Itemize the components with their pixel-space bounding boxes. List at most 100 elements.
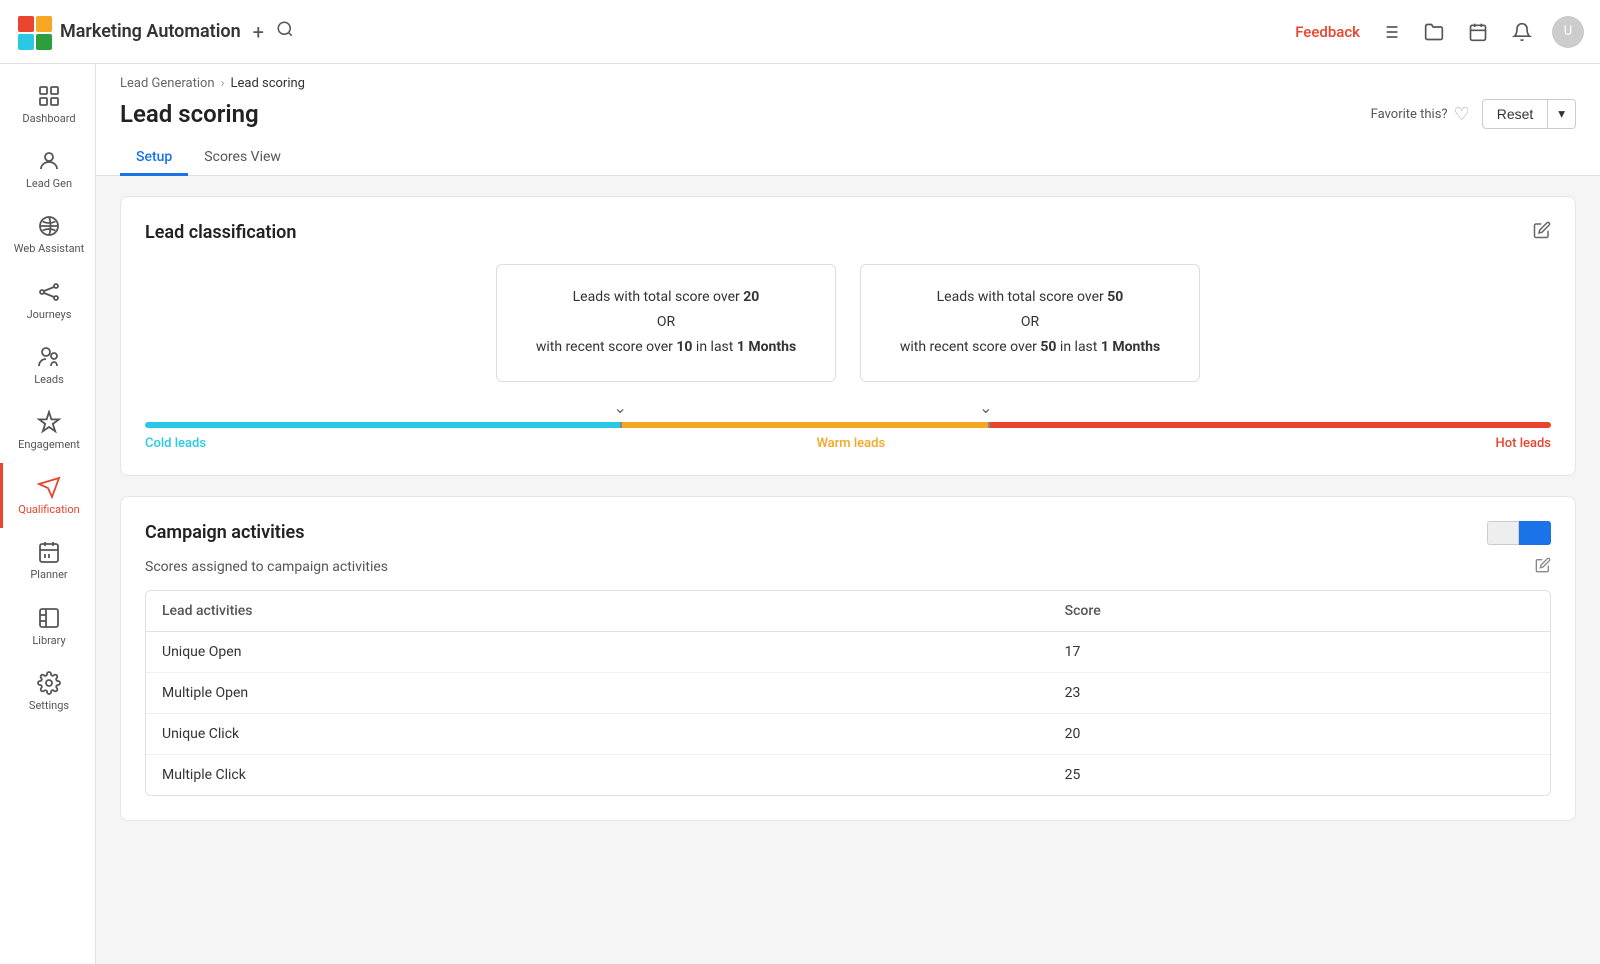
campaign-toggle[interactable] [1487,521,1551,545]
sidebar-item-web-assistant[interactable]: Web Assistant [0,202,95,267]
score-unique-click: 20 [1049,713,1550,754]
sidebar-label-leads: Leads [34,373,64,386]
handle-1[interactable] [620,422,622,428]
reset-dropdown-button[interactable]: ▾ [1548,99,1576,129]
favorite-label: Favorite this? [1371,107,1448,122]
activities-table-wrapper: Lead activities Score Unique Open 17 [145,590,1551,796]
col-lead-activities: Lead activities [146,591,1049,632]
page-title-row: Lead scoring Favorite this? ♡ Reset ▾ [120,99,1576,129]
favorite-area: Favorite this? ♡ [1371,104,1470,125]
breadcrumb-current: Lead scoring [230,76,305,91]
sidebar: Dashboard Lead Gen Web Assistant Journey… [0,64,96,964]
lead-classification-title: Lead classification [145,222,296,243]
warm-segment [622,422,988,428]
campaign-activities-header: Campaign activities [145,521,1551,545]
chevron-right-icon: ⌄ [979,398,992,417]
warm-leads-label: Warm leads [816,436,885,451]
sidebar-label-engagement: Engagement [18,438,80,451]
sidebar-item-library[interactable]: Library [0,594,95,659]
sidebar-label-qualification: Qualification [18,503,79,516]
cold-leads-label: Cold leads [145,436,206,451]
calendar-icon[interactable] [1464,18,1492,46]
table-row: Multiple Click 25 [146,754,1550,795]
box1-line3: with recent score over 10 in last 1 Mont… [521,335,811,360]
sidebar-item-planner[interactable]: Planner [0,528,95,593]
toggle-on[interactable] [1519,521,1551,545]
list-icon[interactable] [1376,18,1404,46]
sidebar-label-web-assistant: Web Assistant [14,242,84,255]
slider-labels: Cold leads Warm leads Hot leads [145,436,1551,451]
sidebar-item-settings[interactable]: Settings [0,659,95,724]
sidebar-item-qualification[interactable]: Qualification [0,463,95,528]
page-title: Lead scoring [120,100,259,128]
sidebar-label-settings: Settings [29,699,69,712]
activities-table: Lead activities Score Unique Open 17 [146,591,1550,795]
feedback-link[interactable]: Feedback [1295,23,1360,41]
handle-2[interactable] [988,422,990,428]
hot-segment [990,422,1551,428]
sidebar-item-dashboard[interactable]: Dashboard [0,72,95,137]
folder-icon[interactable] [1420,18,1448,46]
tab-setup[interactable]: Setup [120,141,188,176]
page-header: Lead Generation › Lead scoring Lead scor… [96,64,1600,176]
scores-subtitle: Scores assigned to campaign activities [145,559,388,575]
sidebar-label-library: Library [32,634,65,647]
chevron-left-icon: ⌄ [614,398,627,417]
sidebar-label-lead-gen: Lead Gen [26,177,72,190]
breadcrumb-parent[interactable]: Lead Generation [120,76,215,91]
sidebar-item-leads[interactable]: Leads [0,333,95,398]
box1-line2: OR [521,310,811,335]
scores-edit-icon[interactable] [1535,557,1551,578]
box1-line1: Leads with total score over 20 [521,285,811,310]
col-score: Score [1049,591,1550,632]
sidebar-item-engagement[interactable]: Engagement [0,398,95,463]
app-logo: Marketing Automation [16,14,241,50]
bell-icon[interactable] [1508,18,1536,46]
sidebar-label-planner: Planner [30,568,67,581]
box2-line1: Leads with total score over 50 [885,285,1175,310]
activity-unique-open: Unique Open [146,631,1049,672]
table-row: Unique Open 17 [146,631,1550,672]
activity-multiple-click: Multiple Click [146,754,1049,795]
app-title: Marketing Automation [60,21,241,42]
tab-bar: Setup Scores View [120,141,1576,175]
topbar-actions: Feedback U [1295,16,1584,48]
tab-scores-view[interactable]: Scores View [188,141,297,176]
lead-score-slider[interactable] [145,422,1551,428]
campaign-activities-title: Campaign activities [145,522,304,543]
lead-classification-card: Lead classification Leads with total sco… [120,196,1576,476]
chevron-row: ⌄ ⌄ [145,398,1551,420]
classification-boxes: Leads with total score over 20 OR with r… [145,264,1551,382]
reset-button[interactable]: Reset [1482,99,1549,129]
box2-line3: with recent score over 50 in last 1 Mont… [885,335,1175,360]
topbar: Marketing Automation + Feedback U [0,0,1600,64]
main-layout: Dashboard Lead Gen Web Assistant Journey… [0,64,1600,964]
main-content: Lead Generation › Lead scoring Lead scor… [96,64,1600,964]
score-unique-open: 17 [1049,631,1550,672]
page-title-actions: Favorite this? ♡ Reset ▾ [1371,99,1576,129]
content-area: Lead classification Leads with total sco… [96,176,1600,861]
breadcrumb: Lead Generation › Lead scoring [120,76,1576,91]
table-header-row: Lead activities Score [146,591,1550,632]
sidebar-label-dashboard: Dashboard [22,112,75,125]
box2-line2: OR [885,310,1175,335]
table-row: Unique Click 20 [146,713,1550,754]
add-button[interactable]: + [253,20,264,44]
table-row: Multiple Open 23 [146,672,1550,713]
activity-multiple-open: Multiple Open [146,672,1049,713]
classification-box-warm: Leads with total score over 20 OR with r… [496,264,836,382]
classification-box-hot: Leads with total score over 50 OR with r… [860,264,1200,382]
toggle-off[interactable] [1487,521,1519,545]
reset-button-group: Reset ▾ [1482,99,1576,129]
lead-classification-edit-icon[interactable] [1533,221,1551,244]
sidebar-item-journeys[interactable]: Journeys [0,268,95,333]
score-multiple-click: 25 [1049,754,1550,795]
scores-subheader: Scores assigned to campaign activities [145,557,1551,578]
hot-leads-label: Hot leads [1496,436,1551,451]
heart-icon[interactable]: ♡ [1454,104,1470,125]
activity-unique-click: Unique Click [146,713,1049,754]
search-button[interactable] [276,20,294,43]
user-avatar[interactable]: U [1552,16,1584,48]
sidebar-item-lead-gen[interactable]: Lead Gen [0,137,95,202]
lead-classification-header: Lead classification [145,221,1551,244]
